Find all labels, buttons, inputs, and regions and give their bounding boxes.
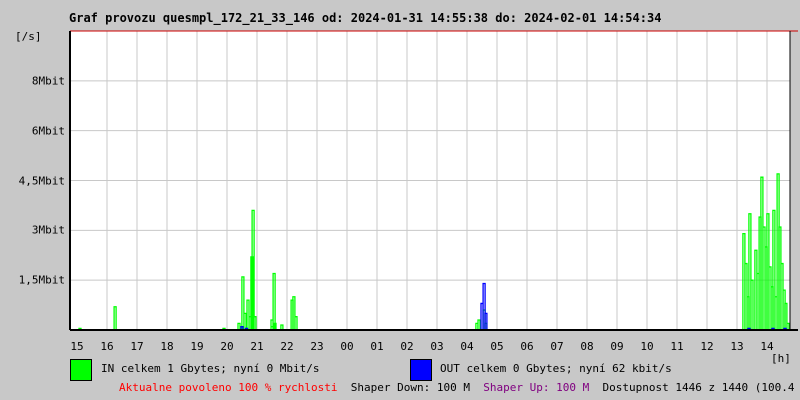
y-tick-label: 3Mbit xyxy=(31,223,65,237)
x-tick-label: 16 xyxy=(100,340,114,353)
x-tick-label: 18 xyxy=(160,340,174,353)
x-tick-label: 21 xyxy=(250,340,264,353)
x-tick-label: 06 xyxy=(520,340,534,353)
x-tick-label: 23 xyxy=(310,340,324,353)
legend-in-swatch xyxy=(70,359,92,381)
shaper-down: Shaper Down: 100 M xyxy=(350,381,471,394)
x-tick-label: 07 xyxy=(550,340,564,353)
x-tick-label: 19 xyxy=(190,340,204,353)
x-axis-unit: [h] xyxy=(771,352,791,365)
x-tick-label: 11 xyxy=(670,340,684,353)
x-tick-label: 03 xyxy=(430,340,444,353)
legend-out-text: OUT celkem 0 Gbytes; nyní 62 kbit/s xyxy=(440,362,672,375)
x-tick-label: 22 xyxy=(280,340,294,353)
traffic-graph: Graf provozu quesmpl_172_21_33_146 od: 2… xyxy=(0,0,800,400)
x-tick-label: 10 xyxy=(640,340,654,353)
y-tick-label: 4,5Mbit xyxy=(18,174,65,187)
x-tick-label: 15 xyxy=(70,340,84,353)
y-tick-label: 6Mbit xyxy=(31,124,65,138)
x-tick-label: 05 xyxy=(490,340,504,353)
y-tick-label: 8Mbit xyxy=(31,74,65,88)
x-tick-label: 02 xyxy=(400,340,414,353)
x-tick-label: 17 xyxy=(130,340,144,353)
x-tick-label: 00 xyxy=(340,340,354,353)
x-tick-label: 20 xyxy=(220,340,234,353)
availability: Dostupnost 1446 z 1440 (100.4 %) xyxy=(602,381,800,394)
footer-status: Aktualne povoleno 100 % rychlosti Shaper… xyxy=(119,381,800,394)
x-tick-label: 09 xyxy=(610,340,624,353)
allowed-speed: Aktualne povoleno 100 % rychlosti xyxy=(119,381,338,394)
x-tick-label: 12 xyxy=(700,340,714,353)
x-tick-label: 01 xyxy=(370,340,384,353)
shaper-up: Shaper Up: 100 M xyxy=(483,381,590,394)
x-tick-label: 13 xyxy=(730,340,744,353)
x-tick-label: 04 xyxy=(460,340,474,353)
legend-out-swatch xyxy=(410,359,432,381)
legend-in-text: IN celkem 1 Gbytes; nyní 0 Mbit/s xyxy=(101,362,320,375)
y-tick-label: 1,5Mbit xyxy=(18,273,65,287)
x-tick-label: 08 xyxy=(580,340,594,353)
